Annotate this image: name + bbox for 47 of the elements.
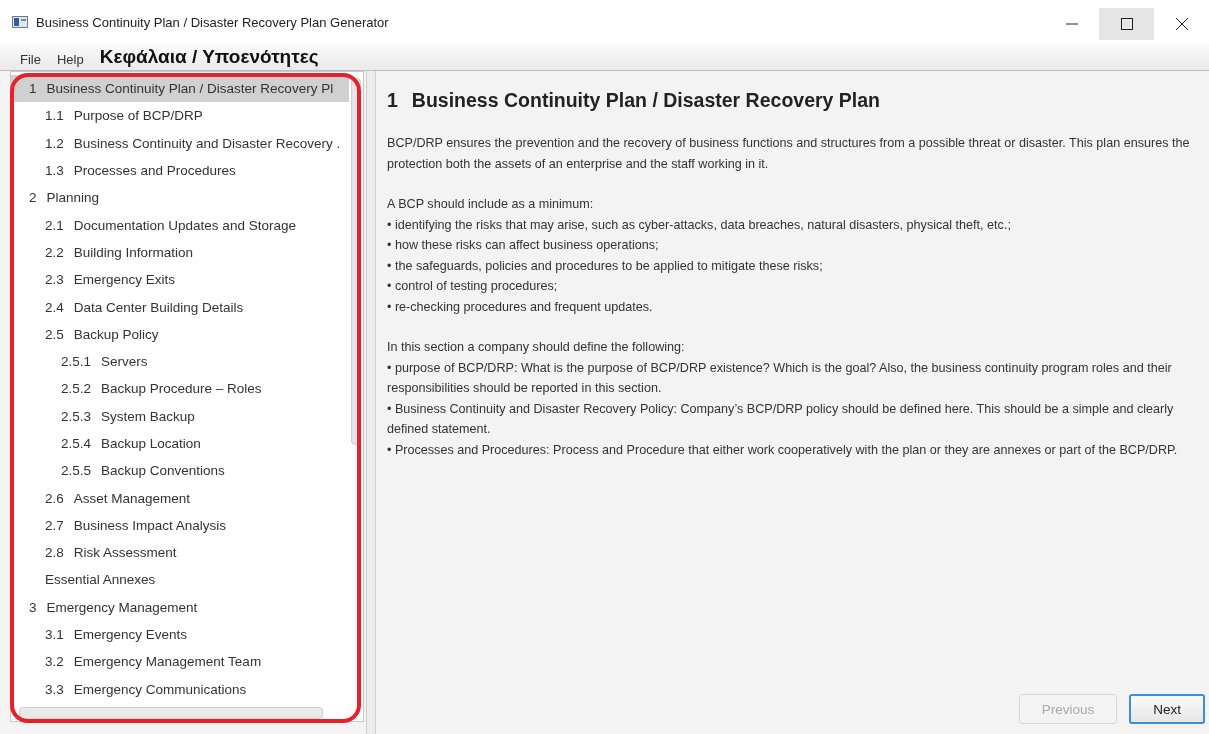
tree-item[interactable]: 3 Emergency Management bbox=[11, 593, 349, 621]
app-icon bbox=[12, 16, 28, 28]
tree-item[interactable]: 2.8 Risk Assessment bbox=[11, 539, 349, 567]
vertical-scrollbar[interactable] bbox=[351, 78, 361, 445]
close-icon bbox=[1175, 18, 1188, 30]
menu-item[interactable]: Help bbox=[50, 52, 90, 70]
tree-item[interactable]: 2.4 Data Center Building Details bbox=[11, 293, 349, 321]
tree-item[interactable]: 1.2 Business Continuity and Disaster Recovery . bbox=[11, 129, 349, 157]
tree-item[interactable]: 2.2 Building Information bbox=[11, 238, 349, 267]
annotation-label: Κεφάλαια / Υποενότητες bbox=[98, 46, 319, 69]
tree-item[interactable]: 3.3 Emergency Communications bbox=[11, 675, 349, 703]
body-text: In this section a company should define the following: bbox=[387, 339, 686, 356]
body-text: • the safeguards, policies and procedures to be applied to mitigate these risks; bbox=[387, 257, 824, 275]
menu-item[interactable]: File bbox=[14, 52, 47, 70]
body-text: A BCP should include as a minimum: bbox=[387, 196, 595, 213]
tree-item[interactable]: 2.5.4 Backup Location bbox=[11, 429, 349, 458]
window-title: Business Continuity Plan / Disaster Recovery Plan Generator bbox=[36, 14, 390, 30]
tree-item[interactable]: 2 Planning bbox=[11, 184, 349, 212]
body-text: • Business Continuity and Disaster Recovery Policy: Company’s BCP/DRP policy should be defined here. This should be a simple and clearly defined statement. bbox=[387, 400, 1175, 438]
tree-item[interactable]: 1 Business Continuity Plan / Disaster Recovery Pl bbox=[11, 75, 349, 103]
maximize-button[interactable] bbox=[1099, 8, 1154, 40]
tree-item[interactable]: Essential Annexes bbox=[11, 566, 349, 594]
body-text: • control of testing procedures; bbox=[387, 278, 559, 295]
tree-item[interactable]: 2.3 Emergency Exits bbox=[11, 266, 349, 294]
tree-item[interactable]: 2.6 Asset Management bbox=[11, 484, 349, 512]
maximize-icon bbox=[1120, 18, 1133, 30]
section-heading: Business Continuity Plan / Disaster Recovery Plan bbox=[411, 89, 880, 112]
heading-number: 1 bbox=[387, 89, 398, 112]
tree-item[interactable]: 2.1 Documentation Updates and Storage bbox=[11, 211, 349, 239]
body-text: BCP/DRP ensures the prevention and the recovery of business functions and structures from a possible threat or disaster. This plan ensures the protection both the assets of an enterprise and the staff working in it. bbox=[387, 135, 1191, 173]
tree-item[interactable]: 2.5.1 Servers bbox=[11, 347, 349, 376]
tree-item[interactable]: 2.5.2 Backup Procedure – Roles bbox=[11, 375, 349, 403]
body-text: • Processes and Procedures: Process and Procedure that either work cooperatively with the plan or they are annexes or part of the BCP/DRP. bbox=[387, 441, 1179, 459]
body-text: • how these risks can affect business operations; bbox=[387, 237, 660, 254]
tree-item[interactable]: 3.2 Emergency Management Team bbox=[11, 648, 349, 676]
tree-item[interactable]: 2.7 Business Impact Analysis bbox=[11, 511, 349, 540]
nav-button[interactable]: Next bbox=[1129, 694, 1205, 724]
body-text: • identifying the risks that may arise, such as cyber-attacks, data breaches, natural disasters, physical theft, etc.; bbox=[387, 216, 1012, 234]
tree-item[interactable]: 2.5 Backup Policy bbox=[11, 320, 349, 348]
tree-item[interactable]: 1.1 Purpose of BCP/DRP bbox=[11, 102, 349, 130]
body-text: • purpose of BCP/DRP: What is the purpose of BCP/DRP existence? Which is the goal? Also, the business continuity program roles and their responsibilities should be reported in this section. bbox=[387, 359, 1173, 397]
tree-item[interactable]: 1.3 Processes and Procedures bbox=[11, 156, 349, 185]
horizontal-scrollbar[interactable] bbox=[19, 707, 323, 719]
body-text: • re-checking procedures and frequent updates. bbox=[387, 298, 654, 316]
tree-item[interactable]: 3.1 Emergency Events bbox=[11, 620, 349, 649]
tree-item[interactable]: 2.5.3 System Backup bbox=[11, 402, 349, 430]
tree-item[interactable]: 2.5.5 Backup Conventions bbox=[11, 457, 349, 485]
